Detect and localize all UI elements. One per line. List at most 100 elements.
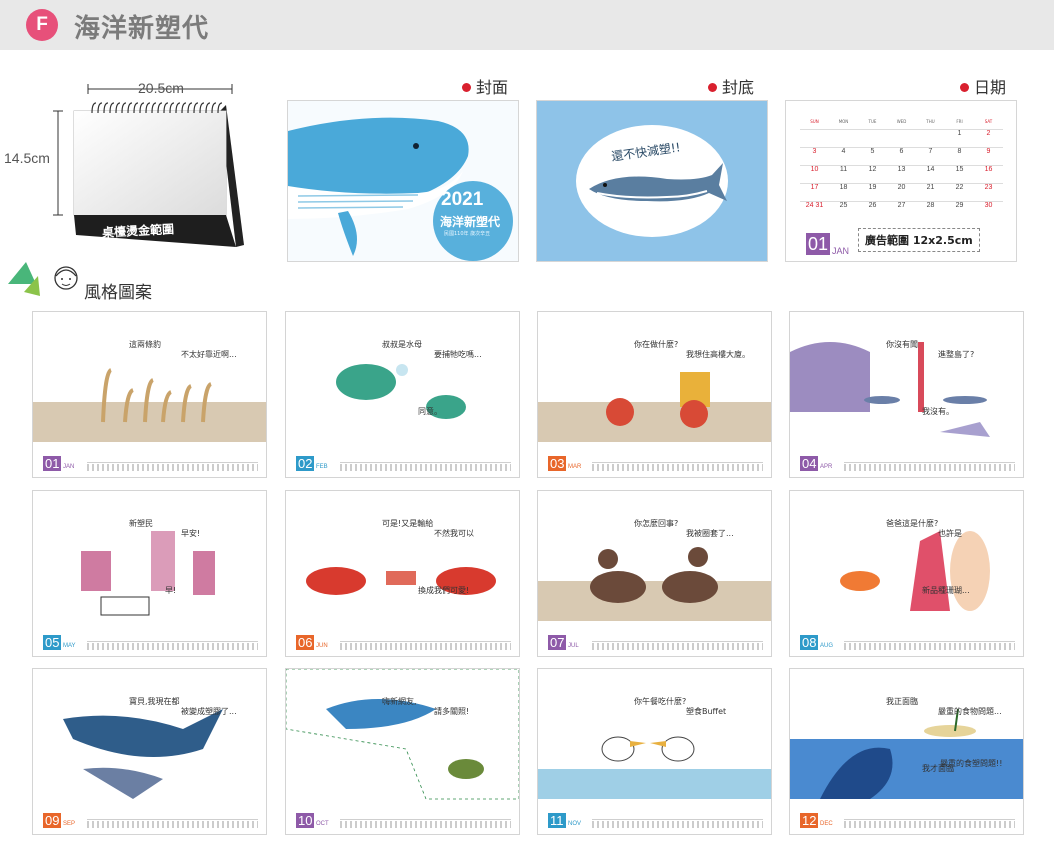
cover-subtitle: 民國110年 歲次辛丑 bbox=[444, 231, 491, 237]
width-dimension: 20.5cm bbox=[138, 80, 184, 96]
date-cell: 10 bbox=[800, 165, 829, 184]
month-name: FEB bbox=[316, 464, 328, 470]
month-strip: 01 JAN bbox=[43, 455, 258, 471]
month-name: JUL bbox=[568, 643, 579, 649]
date-month-number: 01 bbox=[806, 233, 831, 255]
speech-text: 你怎麼回事? bbox=[634, 519, 679, 528]
weekday-label: WED bbox=[896, 119, 907, 124]
speech-text: 嚴重的食物問題... bbox=[938, 707, 1002, 716]
page-title: 海洋新塑代 bbox=[74, 14, 210, 44]
date-cell: 12 bbox=[858, 165, 887, 184]
speech-text: 我被圈套了... bbox=[686, 529, 734, 538]
date-cell: 27 bbox=[887, 201, 916, 220]
month-name: APR bbox=[820, 464, 833, 470]
speech-text: 新品種珊瑚... bbox=[922, 586, 970, 595]
month-number: 07 bbox=[548, 635, 567, 650]
date-cell: 4 bbox=[829, 147, 858, 166]
days-row bbox=[844, 643, 1015, 650]
back-preview[interactable]: 還不快減塑!! bbox=[536, 100, 768, 262]
month-card-feb[interactable]: 叔叔是水母 要捕牠吃嗎... 同意。 02 FEB bbox=[285, 311, 520, 478]
month-name: MAY bbox=[63, 643, 76, 649]
month-illustration bbox=[286, 669, 519, 800]
date-cell bbox=[916, 129, 945, 148]
speech-text: 爸爸這是什麼? bbox=[886, 519, 939, 528]
days-row bbox=[592, 643, 763, 650]
date-cell: 26 bbox=[858, 201, 887, 220]
month-card-nov[interactable]: 你午餐吃什麼? 塑食Buffet 11 NOV bbox=[537, 668, 772, 835]
speech-text: 這兩條豹 bbox=[129, 340, 161, 349]
month-card-jun[interactable]: 可是!又是輸給 不然我可以 換成我們可愛! 06 JUN bbox=[285, 490, 520, 657]
month-number: 03 bbox=[548, 456, 567, 471]
month-illustration bbox=[306, 567, 496, 595]
days-divider bbox=[592, 462, 763, 463]
back-label: 封底 bbox=[708, 74, 754, 98]
date-cell: 28 bbox=[916, 201, 945, 220]
date-cell bbox=[829, 129, 858, 148]
month-card-apr[interactable]: 你沒有聞 進整島了? 我沒有。 04 APR bbox=[789, 311, 1024, 478]
month-number: 06 bbox=[296, 635, 315, 650]
month-card-aug[interactable]: 爸爸這是什麼? 也許是 新品種珊瑚... 08 AUG bbox=[789, 490, 1024, 657]
date-preview[interactable]: SUN MON TUE WED THU FRI SAT 1 2 3 4 5 6 7 8 9 10 11 12 13 14… bbox=[785, 100, 1017, 262]
cover-preview[interactable]: 2021 海洋新塑代 民國110年 歲次辛丑 bbox=[287, 100, 519, 262]
month-number: 10 bbox=[296, 813, 315, 828]
month-name: AUG bbox=[820, 643, 834, 649]
speech-text: 進整島了? bbox=[938, 350, 975, 359]
speech-text: 被變成塑膠了... bbox=[181, 707, 237, 716]
days-divider bbox=[340, 462, 511, 463]
date-cell: 14 bbox=[916, 165, 945, 184]
month-strip: 03 MAR bbox=[548, 455, 763, 471]
date-grid: SUN MON TUE WED THU FRI SAT 1 2 3 4 5 6 7 8 9 10 11 12 13 14… bbox=[800, 119, 1003, 220]
month-illustration bbox=[81, 531, 215, 616]
month-card-may[interactable]: 新塑民 早安! 早! 05 MAY bbox=[32, 490, 267, 657]
month-strip: 09 SEP bbox=[43, 812, 258, 828]
month-strip: 06 JUN bbox=[296, 634, 511, 650]
date-month-name: JAN bbox=[832, 246, 850, 256]
month-illustration bbox=[336, 364, 466, 419]
red-dot-icon bbox=[708, 83, 717, 92]
date-cell: 7 bbox=[916, 147, 945, 166]
date-cell: 9 bbox=[974, 147, 1003, 166]
month-card-jan[interactable]: 這兩條豹 不太好靠近啊... 01 JAN bbox=[32, 311, 267, 478]
month-number: 09 bbox=[43, 813, 62, 828]
month-illustration bbox=[790, 342, 990, 437]
cover-label: 封面 bbox=[462, 74, 508, 98]
speech-text: 我想住高樓大廈。 bbox=[686, 350, 750, 359]
speech-text: 你午餐吃什麼? bbox=[634, 697, 687, 706]
days-row bbox=[87, 821, 258, 828]
month-name: DEC bbox=[820, 821, 833, 827]
month-number: 05 bbox=[43, 635, 62, 650]
desk-calendar-illustration: 20.5cm 14.5cm 桌檯燙金範圍 bbox=[0, 75, 270, 260]
date-cell bbox=[887, 129, 916, 148]
month-strip: 10 OCT bbox=[296, 812, 511, 828]
weekday-label: THU bbox=[926, 119, 935, 124]
height-dimension: 14.5cm bbox=[4, 150, 50, 166]
speech-text: 新塑民 bbox=[129, 519, 153, 528]
date-cell: 18 bbox=[829, 183, 858, 202]
month-name: SEP bbox=[63, 821, 76, 827]
speech-text: 你在做什麼? bbox=[634, 340, 679, 349]
speech-text: 寶貝,我現在都 bbox=[129, 697, 180, 706]
month-illustration bbox=[790, 708, 1023, 799]
days-divider bbox=[592, 819, 763, 820]
days-divider bbox=[340, 819, 511, 820]
month-card-jul[interactable]: 你怎麼回事? 我被圈套了... 07 JUL bbox=[537, 490, 772, 657]
month-number: 12 bbox=[800, 813, 819, 828]
days-divider bbox=[87, 462, 258, 463]
month-illustration bbox=[33, 368, 266, 442]
days-row bbox=[87, 643, 258, 650]
days-row bbox=[340, 643, 511, 650]
month-card-oct[interactable]: 嗨新網友, 請多關照! 10 OCT bbox=[285, 668, 520, 835]
date-cell: 11 bbox=[829, 165, 858, 184]
date-cell: 29 bbox=[945, 201, 974, 220]
date-cell: 13 bbox=[887, 165, 916, 184]
speech-text: 塑食Buffet bbox=[686, 707, 727, 716]
month-strip: 05 MAY bbox=[43, 634, 258, 650]
month-card-mar[interactable]: 你在做什麼? 我想住高樓大廈。 03 MAR bbox=[537, 311, 772, 478]
girl-face-icon bbox=[54, 266, 78, 290]
red-dot-icon bbox=[462, 83, 471, 92]
month-card-dec[interactable]: 我正面臨 嚴重的食物問題... 我才面臨 嚴重的食塑問題!! 12 DEC bbox=[789, 668, 1024, 835]
month-number: 08 bbox=[800, 635, 819, 650]
month-name: JUN bbox=[316, 643, 328, 649]
month-card-sep[interactable]: 寶貝,我現在都 被變成塑膠了... 09 SEP bbox=[32, 668, 267, 835]
month-name: MAR bbox=[568, 464, 582, 470]
